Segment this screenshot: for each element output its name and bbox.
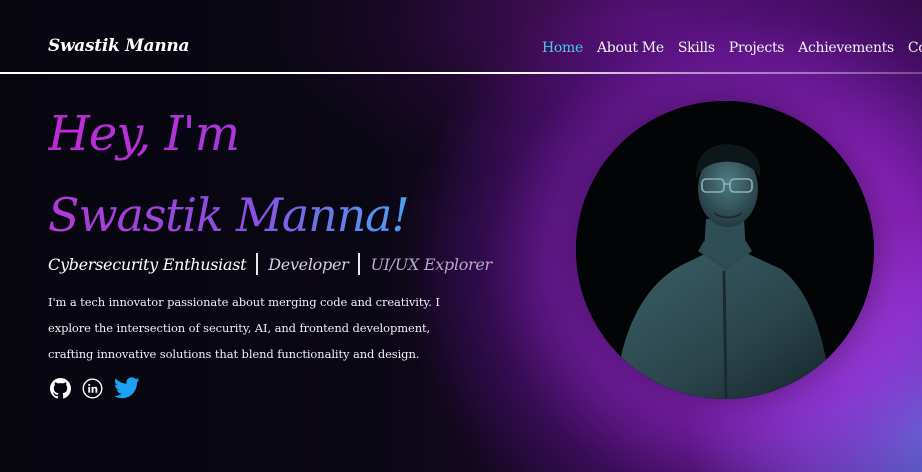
role-developer: Developer (268, 254, 349, 274)
twitter-icon[interactable] (114, 377, 140, 399)
site-logo[interactable]: Swastik Manna (48, 36, 189, 56)
navbar: Swastik Manna Home About Me Skills Proje… (0, 0, 922, 74)
nav-link-home[interactable]: Home (542, 40, 583, 56)
hero-bio: I'm a tech innovator passionate about me… (48, 295, 440, 361)
header-divider (0, 72, 922, 74)
role-separator (256, 253, 259, 275)
role-separator (358, 253, 361, 275)
nav-link-achievements[interactable]: Achievements (798, 40, 894, 56)
social-links (50, 377, 140, 399)
role-uiux: UI/UX Explorer (370, 254, 492, 274)
profile-photo (576, 101, 874, 399)
nav-link-about-me[interactable]: About Me (597, 40, 664, 56)
nav-link-skills[interactable]: Skills (678, 40, 715, 56)
linkedin-icon[interactable] (82, 378, 103, 399)
github-icon[interactable] (50, 377, 71, 399)
role-cybersecurity: Cybersecurity Enthusiast (48, 254, 247, 274)
hero-greeting: Hey, I'm (48, 106, 240, 162)
hero-name: Swastik Manna! (48, 188, 410, 242)
role-list: Cybersecurity Enthusiast Developer UI/UX… (48, 253, 492, 275)
nav-link-contact[interactable]: Contact (908, 40, 922, 56)
nav-link-projects[interactable]: Projects (729, 40, 785, 56)
main-nav: Home About Me Skills Projects Achievemen… (542, 40, 922, 56)
